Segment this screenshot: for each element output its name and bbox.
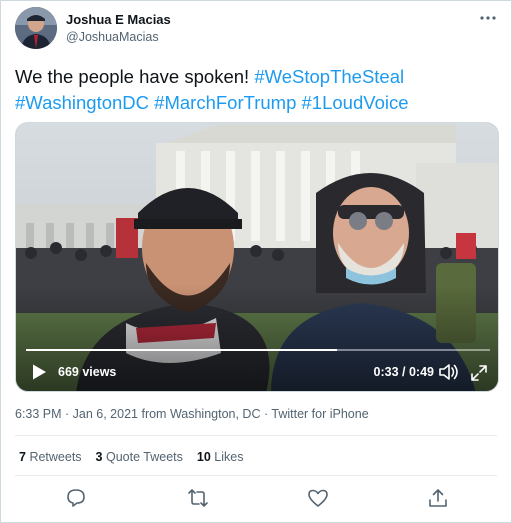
fullscreen-icon[interactable] <box>470 364 488 382</box>
video-time: 0:33 / 0:49 <box>373 365 434 379</box>
divider <box>15 475 497 476</box>
hashtag-link[interactable]: #1LoudVoice <box>302 92 409 113</box>
avatar[interactable] <box>15 7 57 49</box>
like-icon[interactable] <box>307 487 329 509</box>
hashtag-link[interactable]: #WashingtonDC <box>15 92 149 113</box>
view-count: 669 views <box>58 365 117 379</box>
play-icon[interactable] <box>30 363 48 381</box>
retweets-count: 7 <box>19 450 26 464</box>
tweet-source[interactable]: Twitter for iPhone <box>271 407 368 421</box>
more-icon[interactable] <box>479 13 497 23</box>
tweet-text: We the people have spoken! #WeStopTheSte… <box>15 64 500 116</box>
tweet-timestamp[interactable]: 6:33 PM · Jan 6, 2021 from Washington, D… <box>15 407 271 421</box>
retweets-stat[interactable]: 7 Retweets <box>19 450 82 464</box>
tweet-card: Joshua E Macias @JoshuaMacias We the peo… <box>0 0 512 523</box>
hashtag-link[interactable]: #WeStopTheSteal <box>254 66 404 87</box>
reply-icon[interactable] <box>65 487 87 509</box>
share-icon[interactable] <box>427 487 449 509</box>
progress-bar[interactable] <box>26 349 490 351</box>
video-player[interactable]: 669 views 0:33 / 0:49 <box>15 122 499 392</box>
user-handle[interactable]: @JoshuaMacias <box>66 30 159 44</box>
quotes-stat[interactable]: 3 Quote Tweets <box>96 450 183 464</box>
progress-fill <box>26 349 337 351</box>
hashtag-link[interactable]: #MarchForTrump <box>154 92 296 113</box>
likes-stat[interactable]: 10 Likes <box>197 450 244 464</box>
retweets-label: Retweets <box>29 450 82 464</box>
divider <box>15 435 497 436</box>
tweet-meta: 6:33 PM · Jan 6, 2021 from Washington, D… <box>15 407 369 421</box>
quotes-count: 3 <box>95 450 103 464</box>
volume-icon[interactable] <box>438 362 460 382</box>
video-controls: 669 views 0:33 / 0:49 <box>16 339 498 391</box>
tweet-text-plain: We the people have spoken! <box>15 66 255 87</box>
engagement-stats: 7 Retweets 3 Quote Tweets 10 Likes <box>19 450 243 464</box>
action-bar <box>1 487 512 513</box>
display-name[interactable]: Joshua E Macias <box>66 12 171 27</box>
retweet-icon[interactable] <box>187 487 209 509</box>
quotes-label: Quote Tweets <box>105 450 183 464</box>
likes-count: 10 <box>196 450 211 464</box>
likes-label: Likes <box>214 450 244 464</box>
